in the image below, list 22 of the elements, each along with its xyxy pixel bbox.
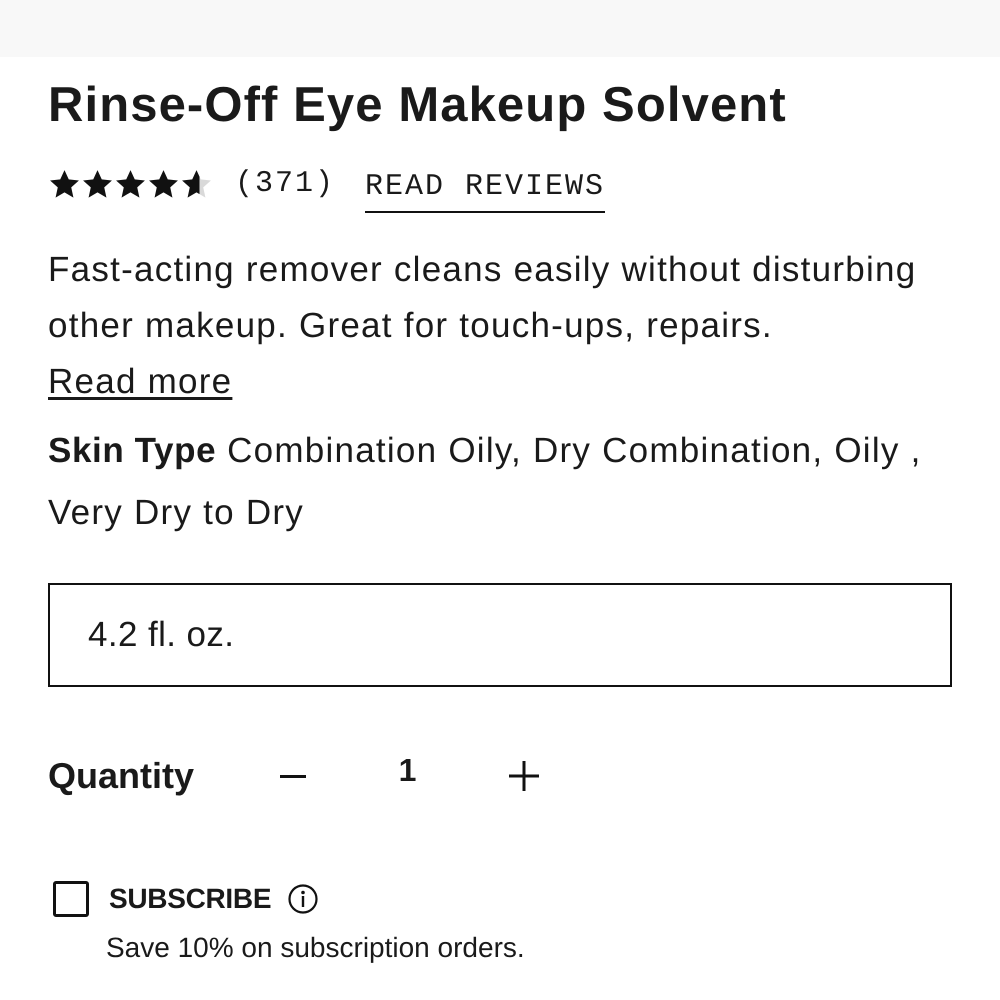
read-reviews-link[interactable]: READ REVIEWS <box>365 169 606 213</box>
info-icon[interactable] <box>288 884 318 914</box>
product-title: Rinse-Off Eye Makeup Solvent <box>48 77 788 134</box>
subscribe-checkbox[interactable] <box>53 881 89 917</box>
size-option[interactable]: 4.2 fl. oz. <box>48 583 952 687</box>
minus-icon <box>280 774 306 778</box>
quantity-label: Quantity <box>48 755 196 797</box>
star-icon <box>147 168 180 200</box>
star-icon <box>81 168 114 200</box>
read-more-link[interactable]: Read more <box>48 362 232 401</box>
decrease-button[interactable] <box>280 774 306 778</box>
star-icon <box>180 168 213 200</box>
quantity-value: 1 <box>398 752 418 788</box>
subscribe-note: Save 10% on subscription orders. <box>106 931 526 965</box>
subscribe-label: SUBSCRIBE <box>109 883 272 915</box>
review-count: (371) <box>235 167 336 201</box>
star-icon <box>114 168 147 200</box>
skin-type-text: Skin Type Combination Oily, Dry Combination, Oily , Very Dry to Dry <box>48 430 923 534</box>
star-icon <box>48 168 81 200</box>
plus-icon <box>509 761 539 791</box>
product-description: Fast-acting remover cleans easily without disturbing other makeup. Great for touch-ups, repairs. Read more <box>48 249 918 403</box>
increase-button[interactable] <box>509 761 539 791</box>
